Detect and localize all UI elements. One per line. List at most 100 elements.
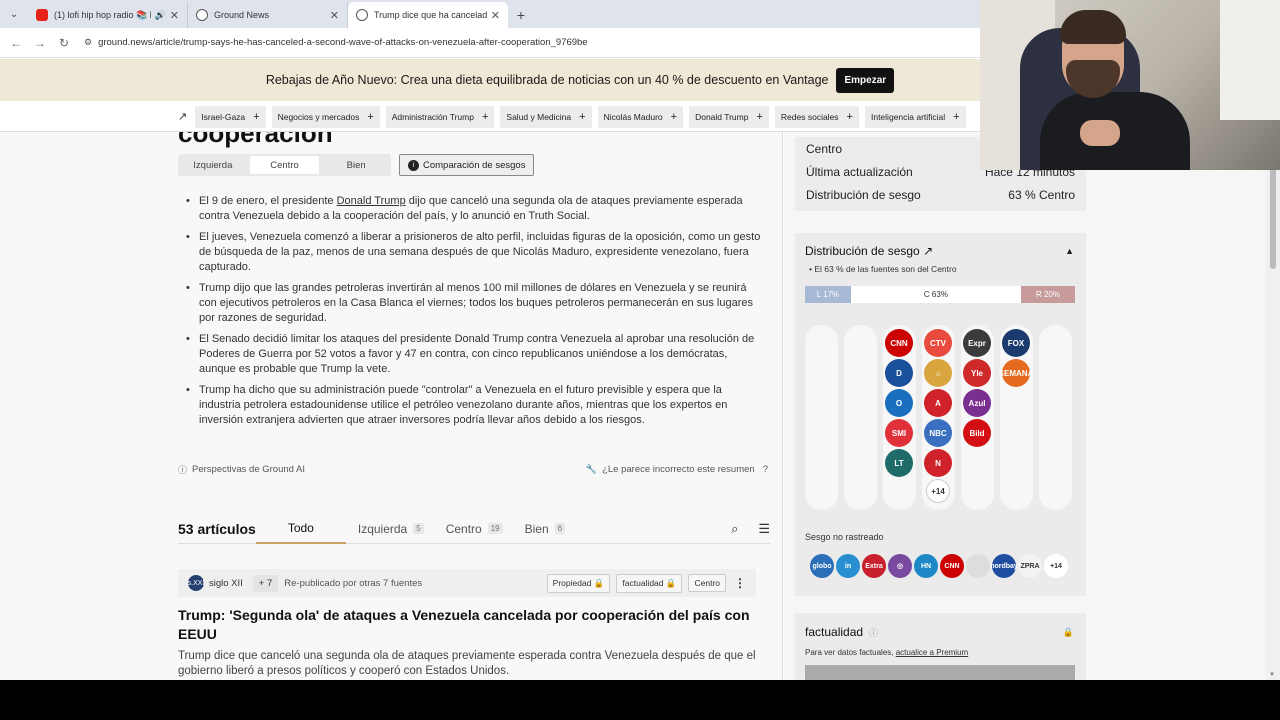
- topic-chip[interactable]: Israel-Gaza +: [195, 105, 266, 128]
- source-logo: s.XXI: [188, 575, 204, 591]
- topic-chip[interactable]: Inteligencia artificial +: [864, 105, 966, 128]
- topic-label: Inteligencia artificial: [870, 111, 946, 122]
- more-sources-badge[interactable]: + 7: [252, 574, 279, 592]
- forward-icon[interactable]: →: [28, 36, 52, 50]
- source-logo[interactable]: D: [885, 359, 913, 387]
- source-logo[interactable]: +14: [926, 479, 950, 503]
- report-summary-link[interactable]: 🔧 ¿Le parece incorrecto este resumen?: [586, 463, 768, 476]
- untracked-source-logo[interactable]: CNN: [940, 554, 964, 578]
- source-logo[interactable]: FOX: [1002, 329, 1030, 357]
- plus-icon[interactable]: +: [253, 111, 259, 123]
- topic-chip[interactable]: Negocios y mercados +: [271, 105, 380, 128]
- tab-label: Bien: [524, 521, 549, 536]
- source-logo[interactable]: ☼: [924, 359, 952, 387]
- tab-search-menu[interactable]: ⌄: [0, 0, 28, 28]
- reload-icon[interactable]: ↻: [52, 36, 76, 50]
- untracked-source-logo[interactable]: globo: [810, 554, 834, 578]
- topic-chip[interactable]: Redes sociales +: [774, 105, 859, 128]
- topic-chip[interactable]: Nicolás Maduro +: [597, 105, 684, 128]
- source-logo[interactable]: CTV: [924, 329, 952, 357]
- site-info-icon[interactable]: ⚙: [84, 37, 92, 48]
- untracked-source-logo[interactable]: HN: [914, 554, 938, 578]
- source-logo[interactable]: N: [924, 449, 952, 477]
- article-card-title[interactable]: Trump: 'Segunda ola' de ataques a Venezu…: [178, 606, 758, 644]
- scroll-down-icon[interactable]: ▼: [1269, 672, 1275, 678]
- source-logo[interactable]: Yle: [963, 359, 991, 387]
- plus-icon[interactable]: +: [756, 111, 762, 123]
- tab-all[interactable]: Todo: [255, 514, 346, 544]
- source-logo[interactable]: Azul: [963, 389, 991, 417]
- source-logo[interactable]: SMI: [885, 419, 913, 447]
- url-field[interactable]: ⚙ ground.news/article/trump-says-he-has-…: [84, 37, 588, 48]
- factuality-panel: factualidad ⓘ 🔒 Para ver datos factuales,…: [795, 613, 1086, 680]
- close-tab-icon[interactable]: ✕: [330, 9, 339, 22]
- plus-icon[interactable]: +: [482, 111, 488, 123]
- source-logo[interactable]: SEMANA: [999, 359, 1033, 387]
- tab-right-articles[interactable]: Bien 6: [525, 514, 587, 544]
- factuality-title: factualidad ⓘ: [805, 625, 878, 639]
- untracked-source-logo[interactable]: Extra: [862, 554, 886, 578]
- tab-lofi[interactable]: (1) lofi hip hop radio 📚 be 🔊 ✕: [28, 2, 188, 28]
- untracked-source-logo[interactable]: +14: [1044, 554, 1068, 578]
- promo-start-button[interactable]: Empezar: [836, 67, 895, 93]
- untracked-source-logo[interactable]: ◎: [888, 554, 912, 578]
- source-logo[interactable]: A: [924, 389, 952, 417]
- close-tab-icon[interactable]: ✕: [170, 9, 179, 22]
- bias-pill[interactable]: Centro: [688, 574, 726, 592]
- tab-ground-news[interactable]: Ground News ✕: [188, 2, 348, 28]
- collapse-icon[interactable]: ▲: [1065, 246, 1074, 256]
- new-tab-button[interactable]: +: [508, 2, 534, 28]
- source-logo[interactable]: NBC: [924, 419, 952, 447]
- tab-center[interactable]: Centro: [249, 156, 320, 174]
- plus-icon[interactable]: +: [367, 111, 373, 123]
- source-logo[interactable]: O: [885, 389, 913, 417]
- tab-label: Izquierda: [357, 521, 408, 536]
- untracked-source-logo[interactable]: in: [836, 554, 860, 578]
- bias-distribution-title[interactable]: Distribución de sesgo ↗: [805, 244, 933, 258]
- untracked-source-logo[interactable]: ZPRA: [1018, 554, 1042, 578]
- webcam-overlay: BA: [980, 0, 1280, 170]
- plus-icon[interactable]: +: [953, 111, 959, 123]
- close-tab-icon[interactable]: ✕: [491, 9, 500, 22]
- search-icon[interactable]: ⌕: [731, 521, 738, 537]
- topic-label: Nicolás Maduro: [603, 111, 663, 122]
- source-name[interactable]: siglo XII: [209, 578, 243, 589]
- summary-list: El 9 de enero, el presidente Donald Trum…: [186, 194, 764, 434]
- factuality-upsell: Para ver datos factuales, actualice a Pr…: [805, 648, 968, 657]
- bias-compare-button[interactable]: i Comparación de sesgos: [399, 154, 535, 176]
- pill-label: factualidad: [622, 577, 664, 588]
- source-logo[interactable]: LT: [885, 449, 913, 477]
- plus-icon[interactable]: +: [847, 111, 853, 123]
- info-icon: i: [408, 159, 419, 171]
- topic-chip[interactable]: Administración Trump +: [385, 105, 495, 128]
- filter-icon[interactable]: ☰: [758, 521, 770, 537]
- donald-trump-link[interactable]: Donald Trump: [337, 195, 406, 207]
- plus-icon[interactable]: +: [671, 111, 677, 123]
- ground-news-icon: [356, 9, 368, 21]
- tab-article[interactable]: Trump dice que ha cancelado u ✕: [348, 2, 508, 28]
- source-logo[interactable]: Expr: [963, 329, 991, 357]
- untracked-source-logo[interactable]: nordbay: [990, 554, 1018, 578]
- more-options-icon[interactable]: ⋮: [734, 576, 746, 590]
- tab-right[interactable]: Bien: [321, 154, 391, 176]
- webcam-person-hand: [1080, 120, 1120, 146]
- tab-left-articles[interactable]: Izquierda 5: [358, 514, 446, 544]
- speaker-icon[interactable]: 🔊: [155, 10, 166, 21]
- upgrade-premium-link[interactable]: actualice a Premium: [896, 648, 968, 657]
- ai-perspectives[interactable]: ⓘ Perspectivas de Ground AI: [178, 463, 305, 476]
- topic-chip[interactable]: Donald Trump +: [689, 105, 769, 128]
- factuality-pill[interactable]: factualidad 🔒: [616, 573, 683, 593]
- untracked-source-logo[interactable]: [966, 554, 990, 578]
- scrollbar[interactable]: ▲ ▼: [1266, 132, 1280, 680]
- topic-chip[interactable]: Salud y Medicina +: [500, 105, 592, 128]
- tab-left[interactable]: Izquierda: [178, 154, 248, 176]
- tab-center-articles[interactable]: Centro 19: [446, 514, 525, 544]
- back-icon[interactable]: ←: [4, 36, 28, 50]
- ownership-pill[interactable]: Propiedad 🔒: [546, 573, 611, 593]
- source-logo[interactable]: Bild: [963, 419, 991, 447]
- source-logo[interactable]: CNN: [885, 329, 913, 357]
- tab-title: Ground News: [214, 10, 270, 20]
- plus-icon[interactable]: +: [579, 111, 585, 123]
- info-icon[interactable]: ⓘ: [869, 626, 878, 639]
- article-tools: ⌕ ☰: [711, 521, 770, 537]
